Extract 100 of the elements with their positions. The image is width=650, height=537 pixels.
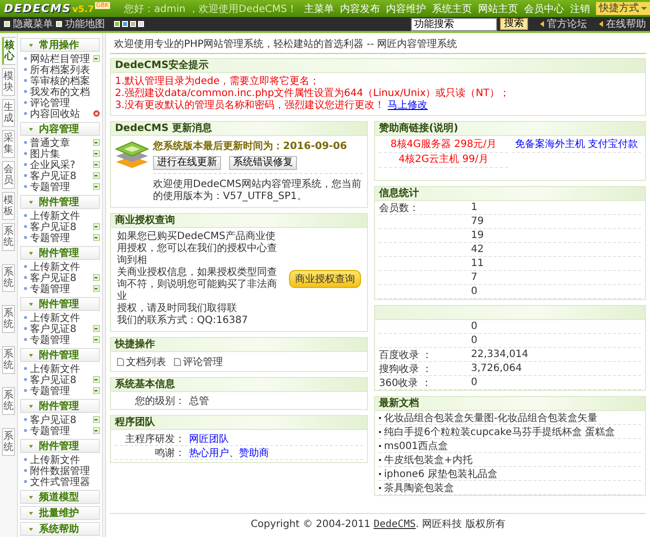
side-tab[interactable]: 系统 [2, 305, 15, 333]
side-tab[interactable]: 系统 [2, 428, 15, 456]
side-tab[interactable]: 会员 [2, 161, 15, 189]
sponsor-link[interactable]: 4核2G云主机 99/月 [379, 153, 508, 168]
panel-title: 系统基本信息 [111, 378, 367, 392]
menu-item[interactable]: 专题管理 [30, 282, 90, 296]
menu-item[interactable]: 上传新文件 [30, 310, 100, 324]
change-link[interactable]: 马上修改 [388, 100, 428, 111]
info-label: 主程序研发： [124, 432, 186, 446]
bullet-icon [24, 174, 27, 177]
warning-text: 3.没有更改默认的管理员名称和密码，强烈建议您进行更改！ [115, 100, 385, 111]
menu-item[interactable]: 普通文章 [30, 136, 90, 150]
menu-item[interactable]: 客户见证8 [30, 412, 90, 426]
caret-icon [29, 445, 33, 450]
search-field[interactable]: 功能搜索 [411, 18, 497, 30]
menu-item[interactable]: 客户见证8 [30, 270, 90, 284]
menu-item[interactable]: 内容回收站 [30, 106, 90, 120]
skin-swatch[interactable] [114, 21, 120, 27]
hide-menu-link[interactable]: 隐藏菜单 [13, 17, 53, 31]
menu-item[interactable]: 客户见证8 [30, 322, 90, 336]
side-tab[interactable]: 系统 [2, 387, 15, 415]
caret-icon [29, 303, 33, 308]
menu-item[interactable]: 文件式管理器 [30, 474, 100, 488]
skin-swatch[interactable] [122, 21, 128, 27]
document-link[interactable]: 化妆品组合包装盒矢量图-化妆品组合包装盒矢量 [384, 410, 598, 424]
info-value: 总管 [189, 394, 209, 408]
menu-item[interactable]: 客户见证8 [30, 372, 90, 386]
stat-value: 3,726,064 [471, 363, 522, 374]
side-tab[interactable]: 系统 [2, 223, 15, 251]
menu-item[interactable]: 所有档案列表 [30, 62, 100, 76]
license-query-button[interactable]: 商业授权查询 [289, 270, 361, 288]
menu-group-header[interactable]: 附件管理 [20, 297, 100, 311]
menu-item[interactable]: 客户见证8 [30, 168, 90, 182]
menu-item[interactable]: 专题管理 [30, 332, 90, 346]
side-tab[interactable]: 系统 [2, 346, 15, 374]
menu-group-header[interactable]: 系统帮助 [20, 522, 100, 536]
menu-item[interactable]: 等审核的档案 [30, 74, 100, 88]
quick-link[interactable]: 评论管理 [183, 354, 223, 368]
bullet-icon [24, 214, 27, 217]
menu-item[interactable]: 我发布的文档 [30, 84, 100, 98]
sponsor-link[interactable]: 8核4G服务器 298元/月 [379, 138, 508, 153]
menu-item[interactable]: 图片集 [30, 146, 90, 160]
menu-item[interactable]: 企业风采? [30, 158, 90, 172]
side-tab[interactable]: 采集 [2, 130, 15, 158]
side-tab[interactable]: 生成 [2, 99, 15, 127]
help-link[interactable]: 在线帮助 [606, 17, 646, 31]
menu-group-header[interactable]: 常用操作 [20, 38, 100, 52]
panel-title: 商业授权查询 [111, 214, 367, 228]
menu-group-header[interactable]: 附件管理 [20, 439, 100, 453]
document-link[interactable]: 纯白手提6个粒粒装cupcake马芬手提纸杯盒 蛋糕盒 [384, 424, 615, 438]
side-tab[interactable]: 核心 [2, 37, 16, 65]
update-button[interactable]: 进行在线更新 [153, 156, 221, 170]
menu-item[interactable]: 上传新文件 [30, 362, 100, 376]
side-tab[interactable]: 模块 [2, 68, 15, 96]
team-link[interactable]: 热心用户 [189, 446, 229, 460]
skin-swatch[interactable] [138, 21, 144, 27]
menu-item[interactable]: 附件数据管理 [30, 464, 100, 478]
team-link[interactable]: 赞助商 [239, 446, 269, 460]
menu-group-header[interactable]: 频道模型 [20, 490, 100, 504]
menu-item[interactable]: 评论管理 [30, 96, 100, 110]
search-button[interactable]: 搜索 [500, 18, 528, 30]
skin-swatch[interactable] [130, 21, 136, 27]
menu-group-header[interactable]: 附件管理 [20, 348, 100, 362]
side-tab[interactable]: 系统 [2, 264, 15, 292]
document-link[interactable]: ms001西点盒 [384, 438, 448, 452]
document-link[interactable]: 牛皮纸包装盒+内托 [384, 452, 472, 466]
menu-item[interactable]: 网站栏目管理 [30, 52, 90, 66]
menu-item[interactable]: 专题管理 [30, 180, 90, 194]
update-button[interactable]: 系统错误修复 [229, 156, 297, 170]
function-map-link[interactable]: 功能地图 [65, 17, 105, 31]
team-link[interactable]: 网匠团队 [189, 432, 229, 446]
menu-item[interactable]: 专题管理 [30, 424, 90, 438]
menu-item[interactable]: 上传新文件 [30, 452, 100, 466]
document-link[interactable]: iphone6 尿垫包装礼品盒 [384, 466, 498, 480]
menu-item[interactable]: 上传新文件 [30, 208, 100, 222]
help-link[interactable]: 官方论坛 [547, 17, 587, 31]
panel-title: 程序团队 [111, 416, 367, 430]
info-label: 您的级别： [134, 394, 186, 408]
stat-label: 百度收录 ： [379, 348, 434, 362]
side-tab[interactable]: 模板 [2, 192, 15, 220]
document-link[interactable]: 茶具陶瓷包装盒 [384, 480, 454, 494]
menu-group-header[interactable]: 内容管理 [20, 122, 100, 136]
sponsor-link[interactable]: 免备案海外主机 支付宝付款 [512, 138, 641, 153]
update-time-text: 您系统版本最后更新时间为：2016-09-06 [153, 139, 348, 153]
menu-group-header[interactable]: 附件管理 [20, 246, 100, 260]
menu-group-header[interactable]: 批量维护 [20, 506, 100, 520]
caret-icon [29, 496, 33, 501]
menu-group-header[interactable]: 附件管理 [20, 195, 100, 209]
menu-group-header[interactable]: 附件管理 [20, 399, 100, 413]
bullet-icon [24, 185, 27, 188]
menu-icon [4, 21, 10, 27]
bullet-icon [24, 287, 27, 290]
bullet-icon [24, 68, 27, 71]
menu-item[interactable]: 客户见证8 [30, 220, 90, 234]
menu-item[interactable]: 专题管理 [30, 384, 90, 398]
add-icon [93, 55, 100, 62]
shortcut-dropdown[interactable]: 快捷方式 [596, 2, 650, 15]
quick-link[interactable]: 文档列表 [126, 354, 166, 368]
menu-item[interactable]: 专题管理 [30, 230, 90, 244]
menu-item[interactable]: 上传新文件 [30, 260, 100, 274]
